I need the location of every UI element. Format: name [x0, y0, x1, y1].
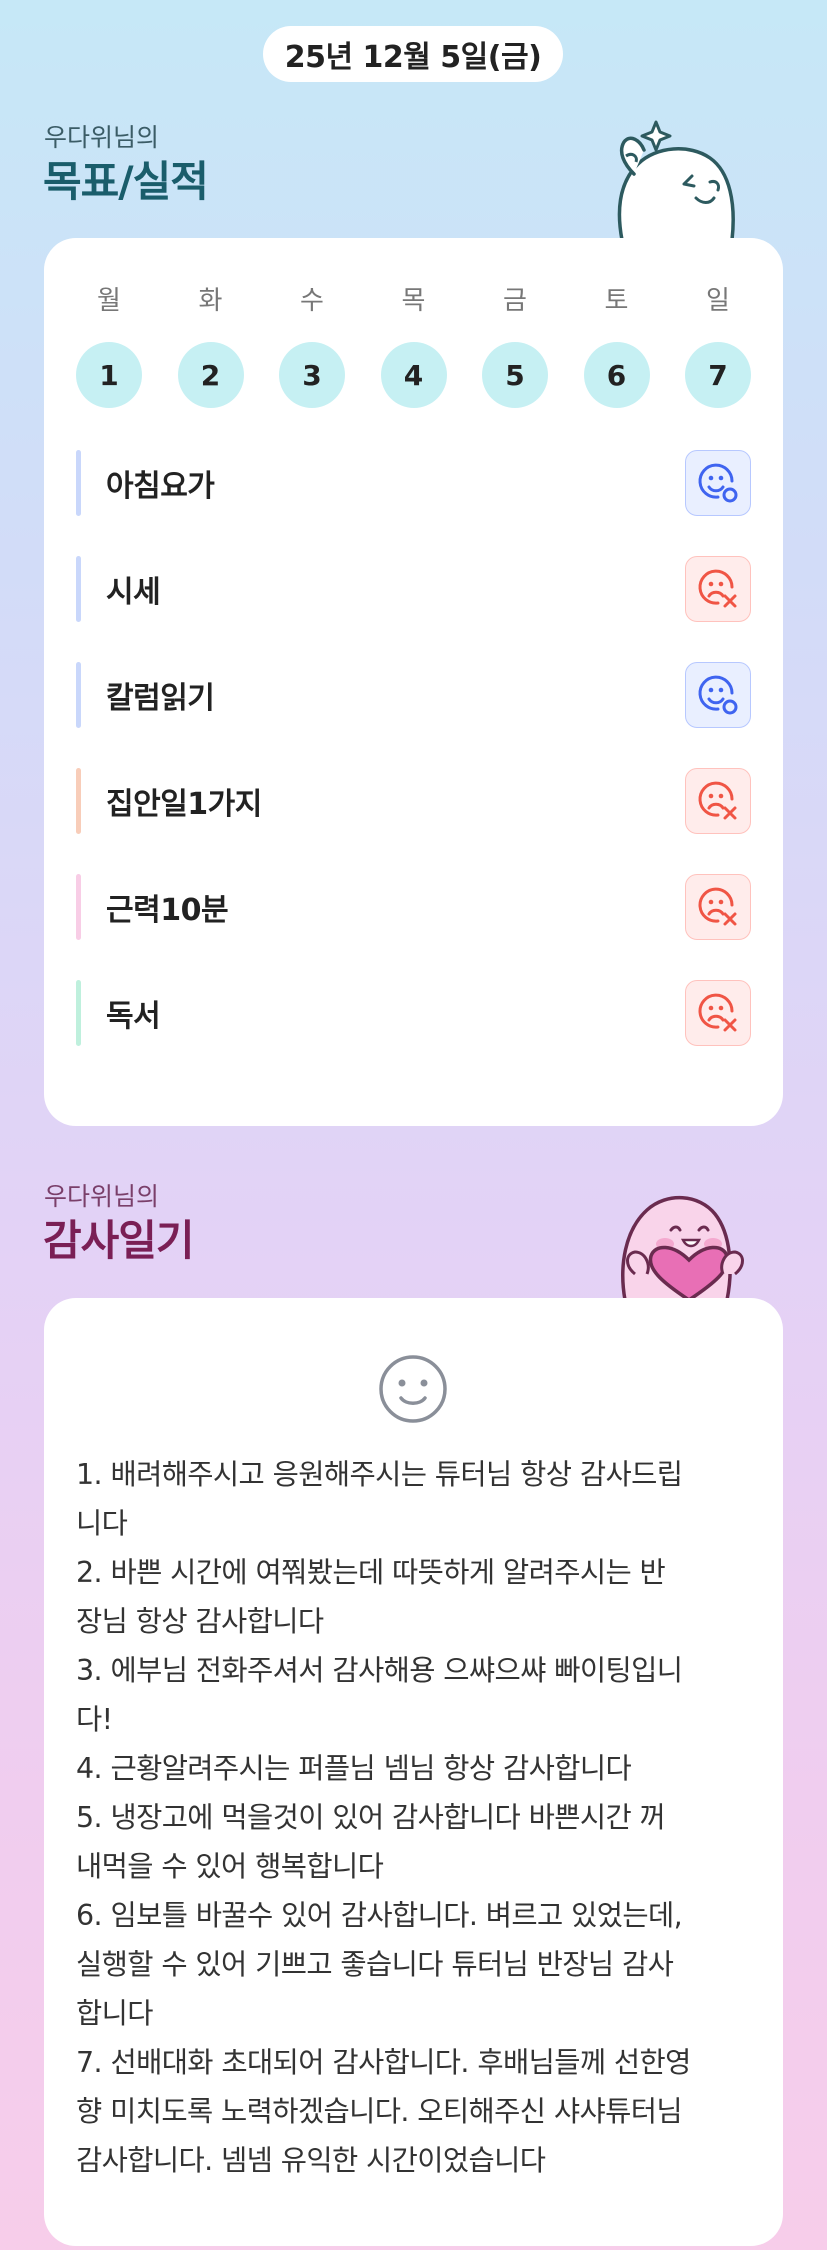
day-wed[interactable]: 수 3	[279, 284, 345, 408]
day-label: 토	[604, 286, 629, 316]
heart-hugging-mascot-icon	[621, 1196, 744, 1300]
goal-color-bar	[76, 874, 81, 940]
gratitude-section-title: 감사일기	[43, 1216, 195, 1265]
day-fri[interactable]: 금 5	[482, 284, 548, 408]
goal-item[interactable]: 시세	[76, 556, 751, 622]
goal-name: 독서	[106, 999, 161, 1034]
smile-check-icon	[698, 463, 738, 503]
week-selector: 월 1 화 2 수 3 목 4 금 5 토 6 일 7	[76, 284, 751, 408]
day-label: 화	[198, 286, 223, 316]
goal-name: 시세	[106, 575, 161, 610]
frown-x-icon	[698, 887, 737, 926]
day-number[interactable]: 1	[76, 342, 142, 408]
goal-item[interactable]: 근력10분	[76, 874, 751, 940]
day-label: 월	[97, 286, 121, 316]
goal-name: 근력10분	[106, 893, 229, 928]
goal-name: 칼럼읽기	[106, 681, 215, 716]
waving-ghost-mascot-icon	[617, 120, 735, 242]
goals-card: 월 1 화 2 수 3 목 4 금 5 토 6 일 7 아침요가 시세 칼럼읽기…	[44, 238, 783, 1126]
frown-x-icon	[698, 781, 737, 820]
goal-item[interactable]: 독서	[76, 980, 751, 1046]
goal-color-bar	[76, 556, 81, 622]
goal-color-bar	[76, 450, 81, 516]
gratitude-line: 7. 선배대화 초대되어 감사합니다. 후배님들께 선한영	[76, 2046, 691, 2079]
gratitude-line: 4. 근황알려주시는 퍼플님 넴님 항상 감사합니다	[76, 1752, 632, 1785]
frown-x-icon	[698, 569, 737, 608]
goal-name: 집안일1가지	[106, 787, 262, 822]
gratitude-line: 향 미치도록 노력하겠습니다. 오티해주신 샤샤튜터님	[76, 2095, 683, 2128]
goal-name: 아침요가	[106, 469, 215, 504]
gratitude-line: 합니다	[76, 1997, 153, 2030]
gratitude-line: 감사합니다. 넴넴 유익한 시간이었습니다	[76, 2144, 546, 2177]
gratitude-line: 1. 배려해주시고 응원해주시는 튜터님 항상 감사드립	[76, 1458, 683, 1491]
goal-status-button[interactable]	[685, 874, 751, 940]
day-mon[interactable]: 월 1	[76, 284, 142, 408]
day-number[interactable]: 2	[177, 342, 244, 408]
day-tue[interactable]: 화 2	[177, 284, 244, 408]
goal-item[interactable]: 집안일1가지	[76, 768, 751, 834]
goal-status-button[interactable]	[685, 662, 751, 728]
day-label: 금	[503, 286, 527, 316]
goal-status-button[interactable]	[685, 450, 751, 516]
goal-color-bar	[76, 662, 81, 728]
gratitude-line: 내먹을 수 있어 행복합니다	[76, 1850, 384, 1883]
goal-status-button[interactable]	[685, 980, 751, 1046]
gratitude-line: 장님 항상 감사합니다	[76, 1605, 324, 1638]
gratitude-line: 6. 임보틀 바꿀수 있어 감사합니다. 벼르고 있었는데,	[76, 1899, 683, 1932]
goal-item[interactable]: 칼럼읽기	[76, 662, 751, 728]
goal-status-button[interactable]	[685, 768, 751, 834]
gratitude-line: 2. 바쁜 시간에 여쭤봤는데 따뜻하게 알려주시는 반	[76, 1556, 666, 1589]
date-pill[interactable]: 25년 12월 5일(금)	[263, 26, 563, 82]
gratitude-text: 1. 배려해주시고 응원해주시는 튜터님 항상 감사드립 니다 2. 바쁜 시간…	[76, 1450, 751, 2185]
day-sun[interactable]: 일 7	[685, 284, 751, 408]
day-number[interactable]: 5	[482, 342, 548, 408]
gratitude-line: 5. 냉장고에 먹을것이 있어 감사합니다 바쁜시간 꺼	[76, 1801, 666, 1834]
goal-color-bar	[76, 768, 81, 834]
day-label: 수	[300, 286, 324, 316]
smile-emoji-icon[interactable]	[377, 1353, 449, 1425]
goal-status-button[interactable]	[685, 556, 751, 622]
day-label: 일	[706, 286, 730, 316]
gratitude-line: 실행할 수 있어 기쁘고 좋습니다 튜터님 반장님 감사	[76, 1948, 674, 1981]
day-number[interactable]: 7	[685, 342, 751, 408]
day-label: 목	[401, 286, 426, 316]
day-sat[interactable]: 토 6	[583, 284, 650, 408]
gratitude-line: 3. 에부님 전화주셔서 감사해용 으쌰으쌰 빠이팅입니	[76, 1654, 683, 1687]
frown-x-icon	[698, 993, 737, 1032]
goals-section-title: 목표/실적	[43, 157, 209, 206]
day-number[interactable]: 3	[279, 342, 345, 408]
smile-check-icon	[698, 675, 738, 715]
gratitude-line: 다!	[76, 1703, 113, 1736]
day-number[interactable]: 6	[583, 342, 650, 408]
gratitude-card: 1. 배려해주시고 응원해주시는 튜터님 항상 감사드립 니다 2. 바쁜 시간…	[44, 1298, 783, 2246]
gratitude-line: 니다	[76, 1507, 128, 1540]
goal-color-bar	[76, 980, 81, 1046]
goal-list: 아침요가 시세 칼럼읽기 집안일1가지 근력10분 독서	[76, 450, 751, 1086]
goal-item[interactable]: 아침요가	[76, 450, 751, 516]
day-number[interactable]: 4	[380, 342, 447, 408]
day-thu[interactable]: 목 4	[380, 284, 447, 408]
